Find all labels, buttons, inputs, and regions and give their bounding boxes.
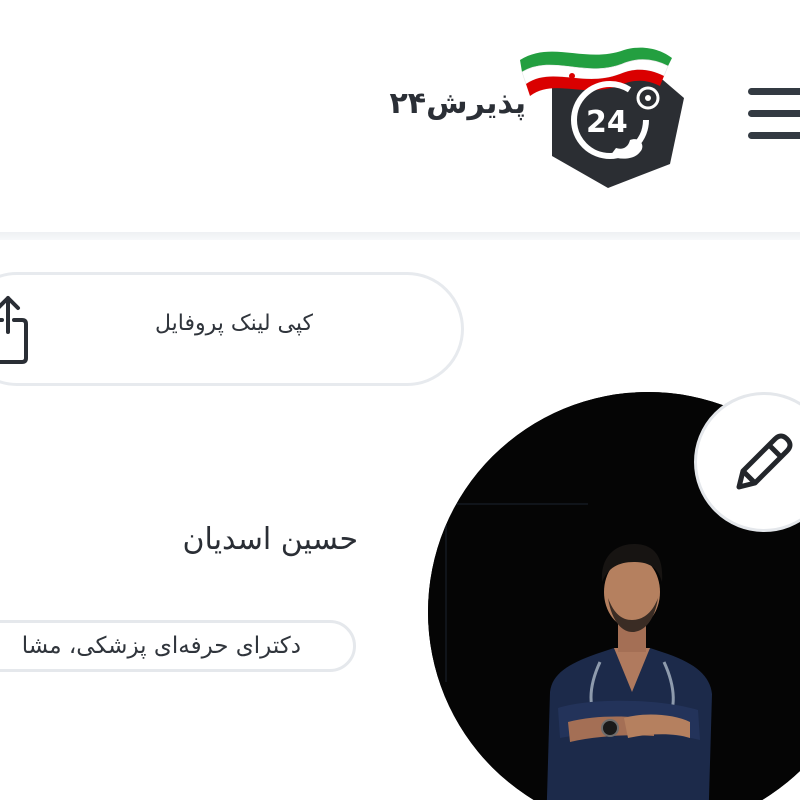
header-divider (0, 232, 800, 240)
page: 24 پذیرش۲۴ کپی لینک پروفایل حسین اسدیان … (0, 0, 800, 800)
copy-profile-link-label: کپی لینک پروفایل (155, 311, 313, 336)
copy-profile-link-button[interactable]: کپی لینک پروفایل (0, 272, 464, 386)
doctor-name: حسین اسدیان (182, 522, 358, 557)
brand-logo[interactable]: 24 (512, 36, 694, 196)
share-icon[interactable] (0, 292, 32, 368)
logo-number: 24 (586, 105, 628, 140)
brand-name[interactable]: پذیرش۲۴ (389, 86, 526, 121)
specialty-badge: دکترای حرفه‌ای پزشکی، مشا (0, 620, 356, 672)
menu-button[interactable] (740, 84, 800, 146)
pencil-icon (736, 433, 793, 490)
specialty-text: دکترای حرفه‌ای پزشکی، مشا (21, 633, 301, 659)
header: 24 پذیرش۲۴ (0, 0, 800, 232)
hamburger-menu-icon (748, 88, 800, 95)
